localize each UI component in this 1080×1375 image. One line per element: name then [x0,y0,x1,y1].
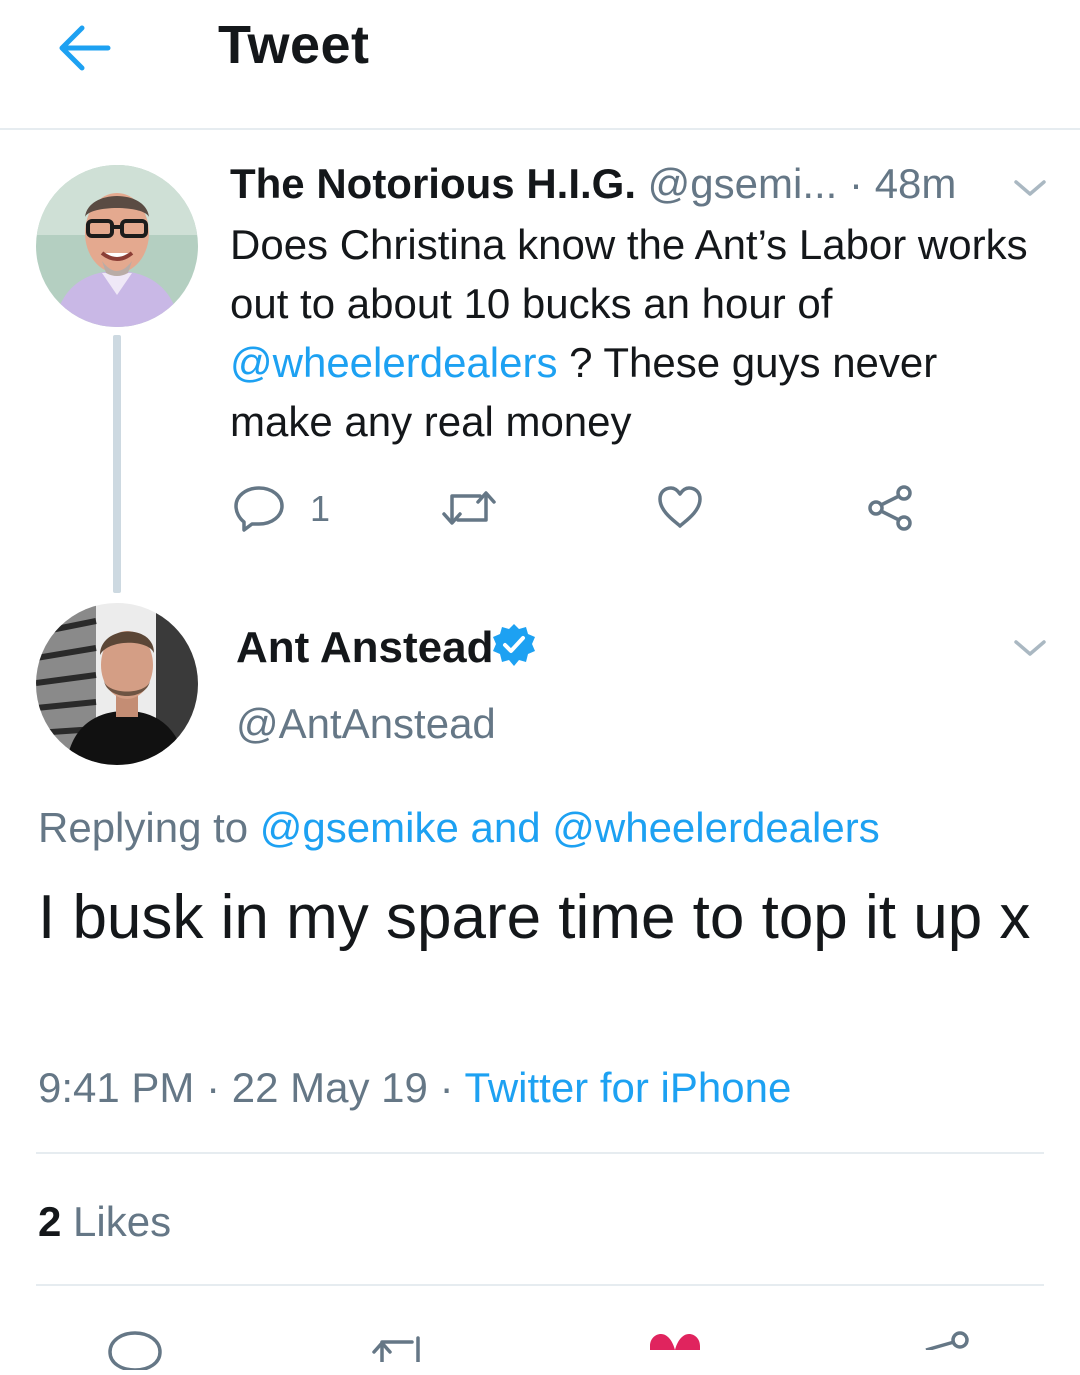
avatar-ant-anstead[interactable] [36,603,198,765]
replying-prefix: Replying to [38,804,249,851]
like-icon[interactable] [656,484,704,535]
replying-user-gsemike[interactable]: @gsemike [260,804,459,851]
meta-separator: · [206,1064,221,1111]
parent-text-part1: Does Christina know the Ant’s Labor work… [230,221,1028,327]
divider [36,1152,1044,1154]
divider [36,1284,1044,1286]
reply-tweet-text: I busk in my spare time to top it up x [38,883,1031,952]
top-bar: Tweet [0,0,1080,130]
chevron-down-icon[interactable] [1012,636,1048,660]
meta-separator: · [439,1064,454,1111]
reply-display-name[interactable]: Ant Anstead [236,622,494,674]
tweet-date: 22 May 19 [231,1064,428,1111]
parent-display-name[interactable]: The Notorious H.I.G. [230,160,636,207]
reply-icon[interactable] [106,1330,164,1375]
like-icon-filled[interactable] [646,1330,704,1355]
tweet-time: 9:41 PM [38,1064,195,1111]
retweet-icon[interactable] [440,486,498,535]
parent-separator: · [849,160,864,207]
reply-handle[interactable]: @AntAnstead [236,698,496,750]
replying-to-line: Replying to @gsemike and @wheelerdealers [38,802,880,854]
mention-link[interactable]: @wheelerdealers [230,339,557,386]
tweet-source-link[interactable]: Twitter for iPhone [464,1064,791,1111]
back-arrow-icon[interactable] [52,20,116,76]
parent-handle[interactable]: @gsemi... [648,160,838,207]
parent-tweet-text: Does Christina know the Ant’s Labor work… [230,215,1040,451]
parent-timestamp[interactable]: 48m [875,160,957,207]
reply-count: 1 [310,488,331,529]
share-icon[interactable] [866,484,916,537]
thread-connector-line [113,335,121,593]
likes-count: 2 [38,1198,62,1245]
likes-label: Likes [73,1198,172,1245]
reply-icon[interactable] [232,484,286,537]
tweet-meta: 9:41 PM · 22 May 19 · Twitter for iPhone [38,1062,791,1114]
replying-and: and [470,804,541,851]
parent-tweet-header: The Notorious H.I.G. @gsemi... · 48m [230,158,990,210]
avatar-notorious-hig[interactable] [36,165,198,327]
share-icon[interactable] [918,1328,974,1355]
verified-badge-icon [491,622,537,668]
likes-count-row[interactable]: 2 Likes [38,1196,171,1248]
page-title: Tweet [218,15,370,75]
replying-user-wheelerdealers[interactable]: @wheelerdealers [552,804,879,851]
chevron-down-icon[interactable] [1012,176,1048,200]
